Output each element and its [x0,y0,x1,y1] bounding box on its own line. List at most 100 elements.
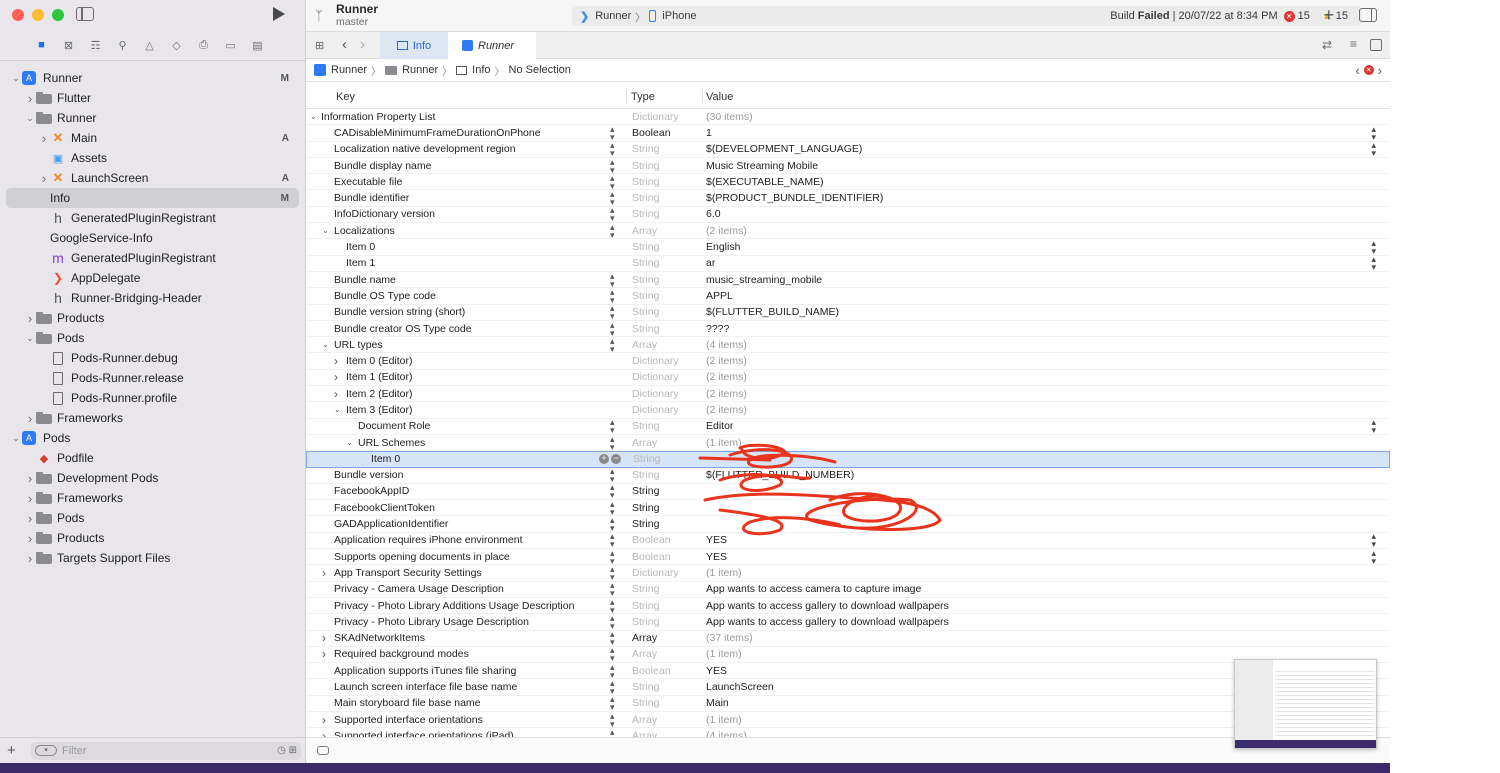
plist-value[interactable]: 1 [706,127,712,139]
add-row-icon[interactable]: + [599,454,609,465]
plist-row[interactable]: Main storyboard file base name ▴ ▾ String Ma… [306,695,1390,712]
jump-bar-file[interactable]: Info [456,64,491,76]
plist-row[interactable]: Localization native development region ▴ ▾… [306,141,1390,158]
plist-type[interactable]: Array [632,730,657,737]
key-stepper-icon[interactable]: ▴▾ [610,532,615,549]
plist-type[interactable]: String [632,616,659,628]
plist-row[interactable]: Privacy - Camera Usage Description ▴ ▾ Stri… [306,581,1390,598]
split-editor-icon[interactable] [1370,39,1382,51]
plist-row[interactable]: Item 0 String English ▴ ▾ [306,239,1390,256]
tab-runner[interactable]: Runner [448,32,536,59]
plist-type[interactable]: String [632,469,659,481]
plist-key[interactable]: FacebookClientToken [334,502,435,514]
plist-key[interactable]: Bundle name [334,274,396,286]
sidebar-item[interactable]: h Runner-Bridging-Header [6,288,299,308]
key-stepper-icon[interactable]: ▴▾ [610,695,615,712]
test-navigator-tab-icon[interactable]: ◇ [168,38,185,52]
plist-value[interactable]: (4 items) [706,730,747,737]
sidebar-item[interactable]: Pods-Runner.release [6,368,299,388]
project-navigator-tab-icon[interactable]: ■ [33,38,50,52]
key-stepper-icon[interactable]: ▴▾ [610,418,615,435]
plist-value[interactable]: $(FLUTTER_BUILD_NUMBER) [706,469,854,481]
column-value[interactable]: Value [706,91,733,103]
plist-value[interactable]: (1 item) [706,648,742,660]
plist-key[interactable]: Item 0 [371,453,400,465]
filter-options-icon[interactable]: ▾ [35,745,57,756]
breakpoint-navigator-tab-icon[interactable]: ▭ [222,38,239,52]
plist-type[interactable]: String [632,274,659,286]
plist-type[interactable]: String [632,208,659,220]
key-stepper-icon[interactable]: ▴▾ [610,287,615,304]
plist-key[interactable]: Privacy - Camera Usage Description [334,583,504,595]
device-selector[interactable]: iPhone [662,10,696,22]
plist-key[interactable]: Supported interface orientations [334,714,483,726]
plist-key[interactable]: Privacy - Photo Library Additions Usage … [334,600,574,612]
disclosure-open-icon[interactable]: ⌄ [346,438,353,447]
previous-issue-icon[interactable]: ‹ [1355,63,1359,78]
plist-key[interactable]: Item 0 [346,241,375,253]
plist-type[interactable]: Array [632,225,657,237]
key-stepper-icon[interactable]: ▴▾ [610,206,615,223]
plist-type[interactable]: Dictionary [632,388,679,400]
key-stepper-icon[interactable]: ▴▾ [610,141,615,158]
sidebar-item[interactable]: ⌄ Runner [6,108,299,128]
key-stepper-icon[interactable]: ▴▾ [610,499,615,516]
value-stepper-icon[interactable]: ▴ ▾ [1371,418,1376,435]
plist-row[interactable]: Bundle OS Type code ▴ ▾ String APPL [306,287,1390,305]
error-count[interactable]: ✕ 15 [1283,10,1310,22]
plist-row[interactable]: Bundle version ▴ ▾ String $(FLUTTER_BUILD_NU… [306,467,1390,484]
plist-row[interactable]: › Required background modes ▴ ▾ Array (1 item… [306,646,1390,664]
plist-value[interactable]: (2 items) [706,355,747,367]
disclosure-closed-icon[interactable]: › [38,131,50,146]
plist-type[interactable]: String [632,241,659,253]
plist-row[interactable]: GADApplicationIdentifier ▴ ▾ String [306,516,1390,533]
plist-type[interactable]: String [632,518,659,530]
plist-key[interactable]: Item 1 [346,257,375,269]
sidebar-item[interactable]: ❯ AppDelegate [6,268,299,288]
plist-row[interactable]: Supports opening documents in place ▴ ▾ Boo… [306,548,1390,566]
plist-value[interactable]: (2 items) [706,371,747,383]
plist-type[interactable]: Dictionary [632,404,679,416]
key-stepper-icon[interactable]: ▴▾ [610,679,615,696]
editor-options-icon[interactable]: ≡ [1350,37,1357,51]
plist-value[interactable]: (2 items) [706,225,747,237]
plist-type[interactable]: String [632,290,659,302]
plist-row[interactable]: Bundle display name ▴ ▾ String Music Streami… [306,157,1390,175]
key-stepper-icon[interactable]: ▴▾ [610,157,615,174]
plist-row[interactable]: ⌄ Item 3 (Editor) Dictionary (2 items) [306,402,1390,419]
plist-key[interactable]: Item 3 (Editor) [346,404,413,416]
plist-value[interactable]: YES [706,665,727,677]
disclosure-closed-icon[interactable]: › [24,491,36,506]
value-stepper-icon[interactable]: ▴ ▾ [1371,141,1376,158]
plist-key[interactable]: SKAdNetworkItems [334,632,425,644]
code-review-icon[interactable]: ⇄ [1322,38,1332,52]
toolbar-project-name[interactable]: Runner [336,2,378,16]
disclosure-closed-icon[interactable]: › [322,631,326,645]
toolbar-branch-name[interactable]: master [336,16,368,28]
key-stepper-icon[interactable]: ▴▾ [610,581,615,598]
related-items-icon[interactable]: ⊞ [315,39,324,52]
add-file-icon[interactable]: + [7,742,25,759]
key-stepper-icon[interactable]: ▴▾ [610,662,615,679]
zoom-window-button[interactable] [52,9,64,21]
column-key[interactable]: Key [336,91,355,103]
issue-navigator-tab-icon[interactable]: △ [141,38,158,52]
plist-type[interactable]: String [633,453,660,465]
disclosure-closed-icon[interactable]: › [322,713,326,727]
plist-type[interactable]: String [632,583,659,595]
sidebar-item[interactable]: › Targets Support Files [6,548,299,568]
find-navigator-tab-icon[interactable]: ⚲ [114,38,131,52]
plist-key[interactable]: Supported interface orientations (iPad) [334,730,514,737]
plist-key[interactable]: Launch screen interface file base name [334,681,517,693]
key-stepper-icon[interactable]: ▴▾ [610,271,615,288]
plist-type[interactable]: Boolean [632,127,671,139]
value-stepper-icon[interactable]: ▴ ▾ [1371,548,1376,565]
plist-row[interactable]: ⌄ URL Schemes ▴ ▾ Array (1 item) [306,434,1390,452]
plist-type[interactable]: String [632,420,659,432]
plist-value[interactable]: music_streaming_mobile [706,274,822,286]
disclosure-open-icon[interactable]: ⌄ [10,73,22,84]
plist-key[interactable]: Bundle creator OS Type code [334,323,472,335]
plist-type[interactable]: Boolean [632,534,671,546]
disclosure-closed-icon[interactable]: › [24,511,36,526]
plist-key[interactable]: Privacy - Photo Library Usage Descriptio… [334,616,529,628]
